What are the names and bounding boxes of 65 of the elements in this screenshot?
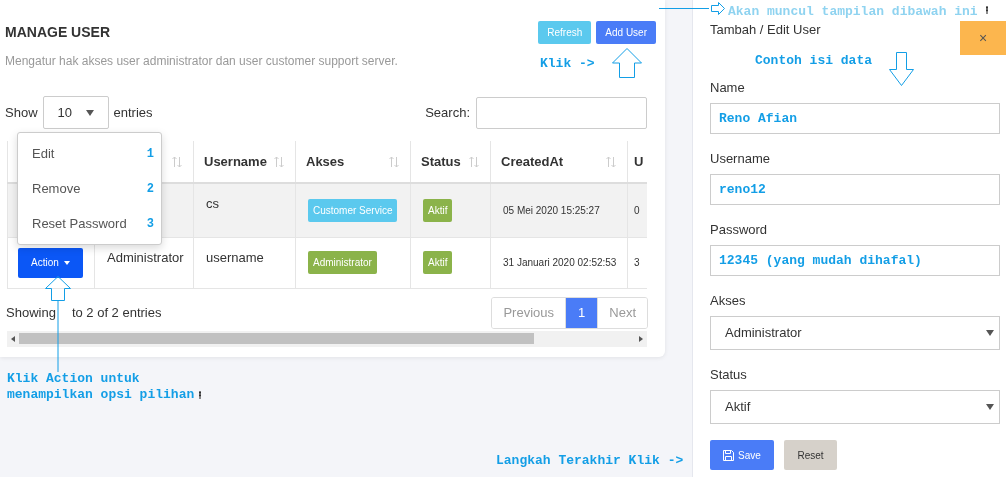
field-label: Status: [710, 367, 747, 383]
reset-button[interactable]: Reset: [784, 440, 837, 470]
page-length-select[interactable]: 10: [42, 96, 109, 129]
table-cell: 31 Januari 2020 02:52:53: [503, 257, 617, 268]
show-label: Show: [5, 103, 38, 122]
caret-icon: [63, 260, 70, 265]
table-cell: Administrator: [107, 249, 184, 265]
page-subtitle: Mengatur hak akses user administrator dan user customer support server.: [5, 53, 398, 70]
caret-icon: [986, 330, 994, 336]
up-arrow-icon: [612, 48, 642, 78]
entries-info: to 2 of 2 entries: [71, 303, 162, 322]
search-label: Search:: [425, 103, 470, 122]
caret-icon: [85, 109, 94, 116]
column-header[interactable]: Username: [204, 151, 267, 172]
search-field[interactable]: [476, 96, 647, 129]
field-label: Name: [710, 80, 745, 96]
table-cell: 05 Mei 2020 15:25:27: [503, 204, 600, 216]
close-button[interactable]: ×: [960, 21, 1006, 55]
caret-icon: [986, 404, 994, 410]
column-header[interactable]: Akses: [306, 151, 345, 172]
down-arrow-icon: [889, 52, 914, 86]
step-number: 1: [146, 145, 154, 163]
table-cell: 0: [634, 204, 640, 216]
form-title: Tambah / Edit User: [710, 22, 822, 38]
access-badge: Customer Service: [308, 198, 398, 222]
column-header[interactable]: U: [634, 151, 644, 172]
table-cell: username: [206, 249, 264, 265]
save-button[interactable]: Save: [710, 440, 774, 470]
text-cursor-icon: [986, 6, 989, 14]
table-row[interactable]: Action Administrator username Administrator Aktif 31 Januari 2020 02:52:53 3: [7, 237, 647, 288]
entries-info: Showing: [6, 303, 56, 322]
field-label: Username: [710, 151, 770, 167]
access-badge: Administrator: [308, 251, 377, 274]
add-user-button[interactable]: Add User: [596, 21, 656, 44]
table-cell: 3: [634, 257, 640, 268]
annotation-text: Langkah Terakhir Klik ->: [496, 452, 684, 470]
page-title: MANAGE USER: [5, 23, 111, 42]
pointer-arrow: [659, 1, 726, 16]
menu-item[interactable]: Reset Password: [32, 213, 127, 234]
table-cell: cs: [206, 196, 219, 211]
text-cursor-icon: [199, 391, 202, 399]
sort-icon[interactable]: [388, 155, 400, 168]
annotation-text: Klik ->: [540, 55, 595, 73]
menu-item[interactable]: Edit: [32, 143, 55, 164]
field-label: Akses: [710, 293, 746, 309]
annotation-text: Klik Action untuk menampilkan opsi pilihan: [7, 371, 196, 403]
sort-icon[interactable]: [605, 155, 617, 168]
status-badge: Aktif: [423, 198, 453, 222]
select-field[interactable]: Aktif: [710, 390, 1000, 424]
column-header[interactable]: CreatedAt: [501, 151, 564, 172]
annotation-text: Contoh isi data: [755, 52, 873, 70]
select-field[interactable]: Administrator: [710, 316, 1000, 350]
sort-icon[interactable]: [273, 155, 285, 168]
sort-icon[interactable]: [171, 155, 183, 168]
annotation-text: Akan muncul tampilan dibawah ini: [728, 3, 978, 21]
step-number: 2: [146, 180, 154, 198]
step-number: 3: [146, 215, 154, 233]
column-header[interactable]: Status: [421, 151, 461, 172]
field-label: Password: [710, 222, 768, 238]
horizontal-scrollbar[interactable]: [7, 330, 647, 347]
sort-icon[interactable]: [468, 155, 480, 168]
status-badge: Aktif: [423, 251, 453, 274]
page-button[interactable]: 1: [565, 297, 598, 328]
action-button[interactable]: Action: [18, 247, 83, 278]
entries-label: entries: [113, 103, 153, 122]
